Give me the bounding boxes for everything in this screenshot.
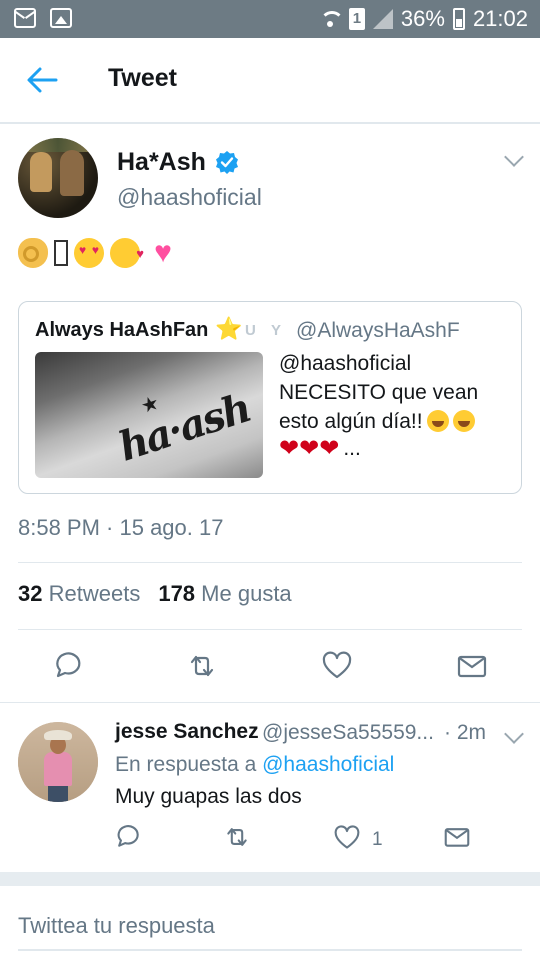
missing-glyph-box bbox=[54, 240, 68, 266]
ok-hand-icon bbox=[18, 238, 48, 268]
sim-icon: 1 bbox=[348, 8, 365, 30]
reply-author-name[interactable]: jesse Sanchez bbox=[115, 720, 259, 744]
email-notification-icon bbox=[14, 8, 36, 28]
quoted-tweet-image[interactable]: ★ ha·ash bbox=[35, 352, 263, 478]
star-emoji-icon: ⭐ bbox=[215, 316, 243, 341]
page-title: Tweet bbox=[108, 64, 177, 92]
reply-icon[interactable] bbox=[52, 651, 82, 681]
divider bbox=[18, 629, 522, 630]
battery-percent: 36% bbox=[400, 6, 445, 31]
tweet-stats: 32 Retweets 178 Me gusta bbox=[18, 581, 292, 607]
direct-message-icon[interactable] bbox=[444, 824, 470, 850]
reply-author-handle[interactable]: @jesseSa55559... bbox=[262, 721, 434, 745]
vibrating-heart-icon: ♥ bbox=[154, 236, 172, 269]
heart-eyes-face-icon bbox=[74, 238, 104, 268]
tears-of-joy-icon bbox=[452, 410, 475, 432]
reply-author-avatar[interactable] bbox=[18, 722, 98, 802]
quoted-tweet-text: @haashoficial NECESITO que vean esto alg… bbox=[279, 352, 479, 462]
tweet-timestamp: 8:58 PM · 15 ago. 17 bbox=[18, 515, 224, 540]
back-arrow-icon[interactable] bbox=[26, 66, 58, 94]
direct-message-icon[interactable] bbox=[457, 651, 487, 681]
like-stat[interactable]: 178 Me gusta bbox=[158, 581, 291, 607]
tweet-text: ♥ bbox=[18, 238, 180, 268]
tears-of-joy-icon bbox=[426, 410, 449, 432]
divider bbox=[18, 562, 522, 563]
reply-text: Muy guapas las dos bbox=[115, 785, 302, 808]
section-divider bbox=[0, 872, 540, 886]
author-avatar[interactable] bbox=[18, 138, 98, 218]
author-handle[interactable]: @haashoficial bbox=[117, 184, 262, 211]
wifi-icon bbox=[319, 9, 344, 29]
like-icon[interactable] bbox=[322, 651, 352, 681]
badge-y: Y bbox=[271, 322, 282, 339]
reply-input[interactable]: Twittea tu respuesta bbox=[18, 903, 522, 951]
retweet-icon[interactable] bbox=[187, 651, 217, 681]
retweet-icon[interactable] bbox=[224, 824, 250, 850]
tweet-action-bar bbox=[0, 645, 540, 687]
reply-menu-chevron-icon[interactable] bbox=[504, 724, 524, 744]
in-reply-to: En respuesta a @haashoficial bbox=[115, 753, 395, 776]
badge-u: U bbox=[245, 322, 256, 339]
tattoo-text: ha·ash bbox=[113, 384, 256, 471]
signal-icon bbox=[372, 9, 393, 29]
quoted-author-name: Always HaAshFan bbox=[35, 319, 209, 341]
reply-action-bar bbox=[0, 824, 540, 854]
status-bar: 1 36% 21:02 bbox=[0, 0, 540, 38]
reply-time: · 2m bbox=[444, 721, 486, 744]
reply-icon[interactable] bbox=[114, 824, 140, 850]
red-hearts: ❤❤❤ bbox=[279, 435, 340, 462]
in-reply-mention-link[interactable]: @haashoficial bbox=[262, 753, 394, 776]
app-header: Tweet bbox=[0, 38, 540, 124]
like-icon[interactable] bbox=[334, 825, 360, 851]
divider bbox=[0, 702, 540, 703]
quoted-author-handle: @AlwaysHaAshF bbox=[296, 319, 460, 342]
quoted-tweet-card[interactable]: Always HaAshFan ⭐ U Y @AlwaysHaAshF ★ ha… bbox=[18, 301, 522, 494]
kissing-heart-face-icon bbox=[110, 238, 144, 268]
verified-badge-icon bbox=[216, 151, 238, 174]
battery-icon bbox=[452, 8, 465, 30]
image-notification-icon bbox=[50, 8, 72, 28]
author-name[interactable]: Ha*Ash bbox=[117, 148, 206, 177]
retweet-stat[interactable]: 32 Retweets bbox=[18, 581, 140, 607]
clock: 21:02 bbox=[472, 6, 528, 31]
reply-like-count: 1 bbox=[372, 829, 383, 850]
tweet-menu-chevron-icon[interactable] bbox=[504, 147, 524, 167]
